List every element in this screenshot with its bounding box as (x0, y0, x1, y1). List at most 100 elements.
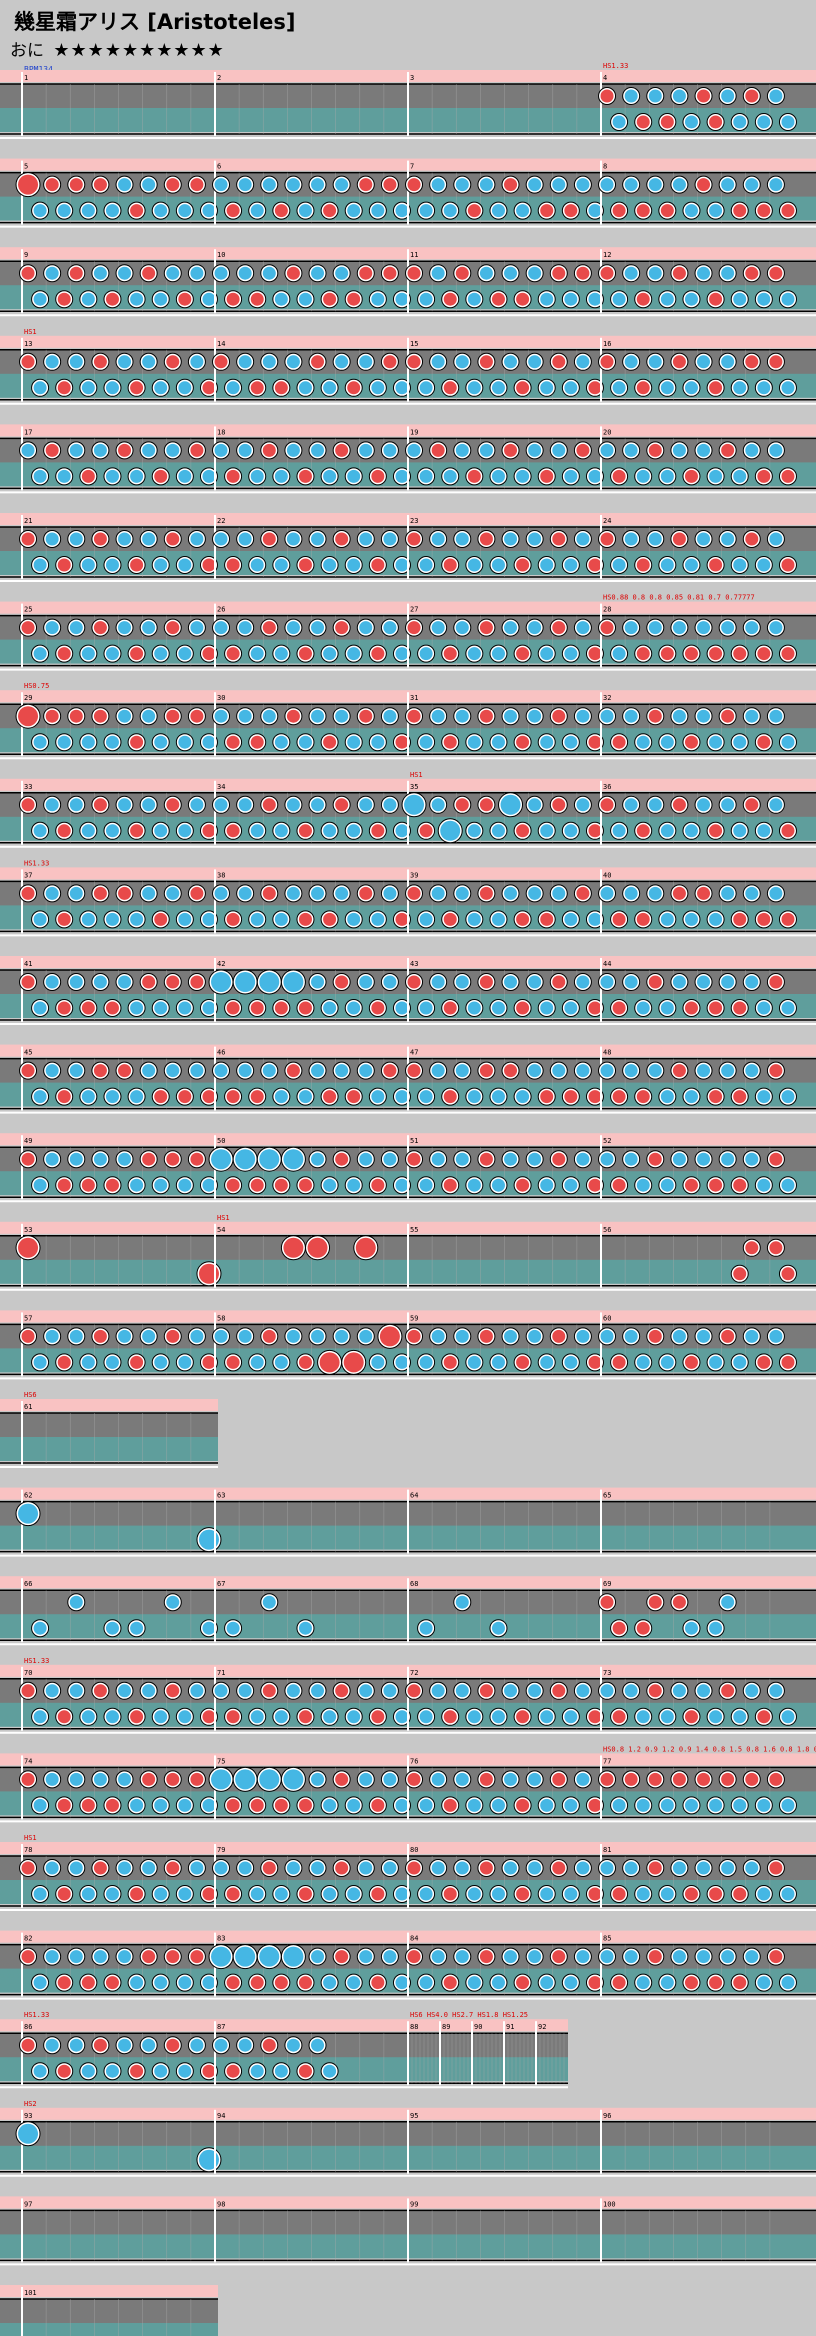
don-note-fill (757, 1355, 771, 1369)
bar-number: 7 (410, 163, 414, 171)
ka-note-fill (359, 355, 373, 369)
don-note-fill (298, 2064, 312, 2078)
ka-note-fill (491, 912, 505, 926)
don-note-fill (45, 709, 59, 723)
don-note-fill (226, 204, 240, 218)
bar-number: 25 (24, 606, 32, 614)
don-note-fill (612, 1976, 626, 1990)
ka-note-fill (45, 1684, 59, 1698)
ka-note-fill (721, 1861, 735, 1875)
ka-note-fill (709, 469, 723, 483)
don-note-fill (226, 912, 240, 926)
ka-note-fill (660, 1355, 674, 1369)
don-note-fill (202, 824, 216, 838)
ka-note-fill (311, 975, 325, 989)
ka-note-fill (455, 1772, 469, 1786)
don-note-fill (757, 735, 771, 749)
don-note-fill (672, 886, 686, 900)
ka-note-fill (311, 443, 325, 457)
ka-note-fill (45, 1152, 59, 1166)
bar-number: 71 (217, 1669, 225, 1677)
don-note-fill (636, 912, 650, 926)
don-note-fill (697, 89, 711, 103)
ka-note-fill (419, 381, 433, 395)
ka-note-fill (21, 443, 35, 457)
ka-note-fill (455, 355, 469, 369)
ka-note-fill (226, 1621, 240, 1635)
bar-number: 44 (603, 960, 611, 968)
row-header-band (0, 2019, 568, 2032)
don-note-fill (733, 1267, 747, 1281)
don-note-fill (335, 1772, 349, 1786)
don-note-fill (697, 178, 711, 192)
don-note-fill (721, 709, 735, 723)
ka-note-fill (467, 1355, 481, 1369)
ka-note-fill (769, 178, 783, 192)
ka-note-fill (323, 1798, 337, 1812)
ka-note-fill (612, 115, 626, 129)
ka-note-fill (286, 1329, 300, 1343)
ka-note-fill (491, 1178, 505, 1192)
ka-note-fill (467, 292, 481, 306)
scroll-change-label: HS1 (217, 1214, 230, 1222)
don-note-fill (202, 1090, 216, 1104)
ka-note-fill (118, 798, 132, 812)
ka-note-fill (504, 1152, 518, 1166)
ka-note-fill (491, 1355, 505, 1369)
ka-note-fill (504, 266, 518, 280)
ka-note-fill (262, 178, 276, 192)
ka-note-fill (624, 89, 638, 103)
ka-note-fill (564, 1001, 578, 1015)
don-note-fill (226, 292, 240, 306)
ka-note-fill (166, 266, 180, 280)
don-note-fill (443, 1178, 457, 1192)
ka-note-fill (648, 178, 662, 192)
ka-note-fill (45, 266, 59, 280)
ka-note-fill (118, 1152, 132, 1166)
ka-note-fill (684, 1090, 698, 1104)
ka-note-fill (697, 266, 711, 280)
ka-note-fill (105, 647, 119, 661)
ka-note-fill (69, 975, 83, 989)
ka-note-fill (142, 178, 156, 192)
don-note-fill (745, 89, 759, 103)
ka-note-fill (781, 115, 795, 129)
ka-note-fill (709, 912, 723, 926)
ka-note-fill (528, 355, 542, 369)
don-note-fill (479, 1861, 493, 1875)
don-note-fill (636, 824, 650, 838)
don-note-fill (552, 975, 566, 989)
bar-number: 48 (603, 1049, 611, 1057)
don-note-fill (274, 1178, 288, 1192)
ka-note-fill (250, 647, 264, 661)
ka-note-fill (491, 1798, 505, 1812)
ka-note-fill (455, 975, 469, 989)
don-note-fill (648, 443, 662, 457)
don-note-fill (130, 1710, 144, 1724)
don-note-fill (407, 178, 421, 192)
ka-note-fill (504, 1329, 518, 1343)
ka-note-fill (323, 469, 337, 483)
don-note-fill (21, 975, 35, 989)
ka-note-fill (672, 1152, 686, 1166)
ka-note-fill (636, 1001, 650, 1015)
don-note-fill (298, 469, 312, 483)
ka-note-fill (323, 1887, 337, 1901)
don-note-fill (455, 798, 469, 812)
ka-note-fill (576, 355, 590, 369)
ka-note-fill (274, 1355, 288, 1369)
ka-note-fill (118, 621, 132, 635)
don-note-fill (648, 1772, 662, 1786)
ka-note-fill (359, 1152, 373, 1166)
ka-note-fill (323, 1178, 337, 1192)
chart-row: 9 10 11 12 (0, 247, 816, 317)
ka-note-fill (359, 1684, 373, 1698)
ka-note-fill (757, 292, 771, 306)
don-note-fill (479, 1152, 493, 1166)
bar-number: 12 (603, 251, 611, 259)
ka-note-fill (624, 798, 638, 812)
ka-note-fill (660, 1090, 674, 1104)
ka-note-fill (660, 1710, 674, 1724)
ka-note-fill (238, 1064, 252, 1078)
don-note-fill (684, 1976, 698, 1990)
